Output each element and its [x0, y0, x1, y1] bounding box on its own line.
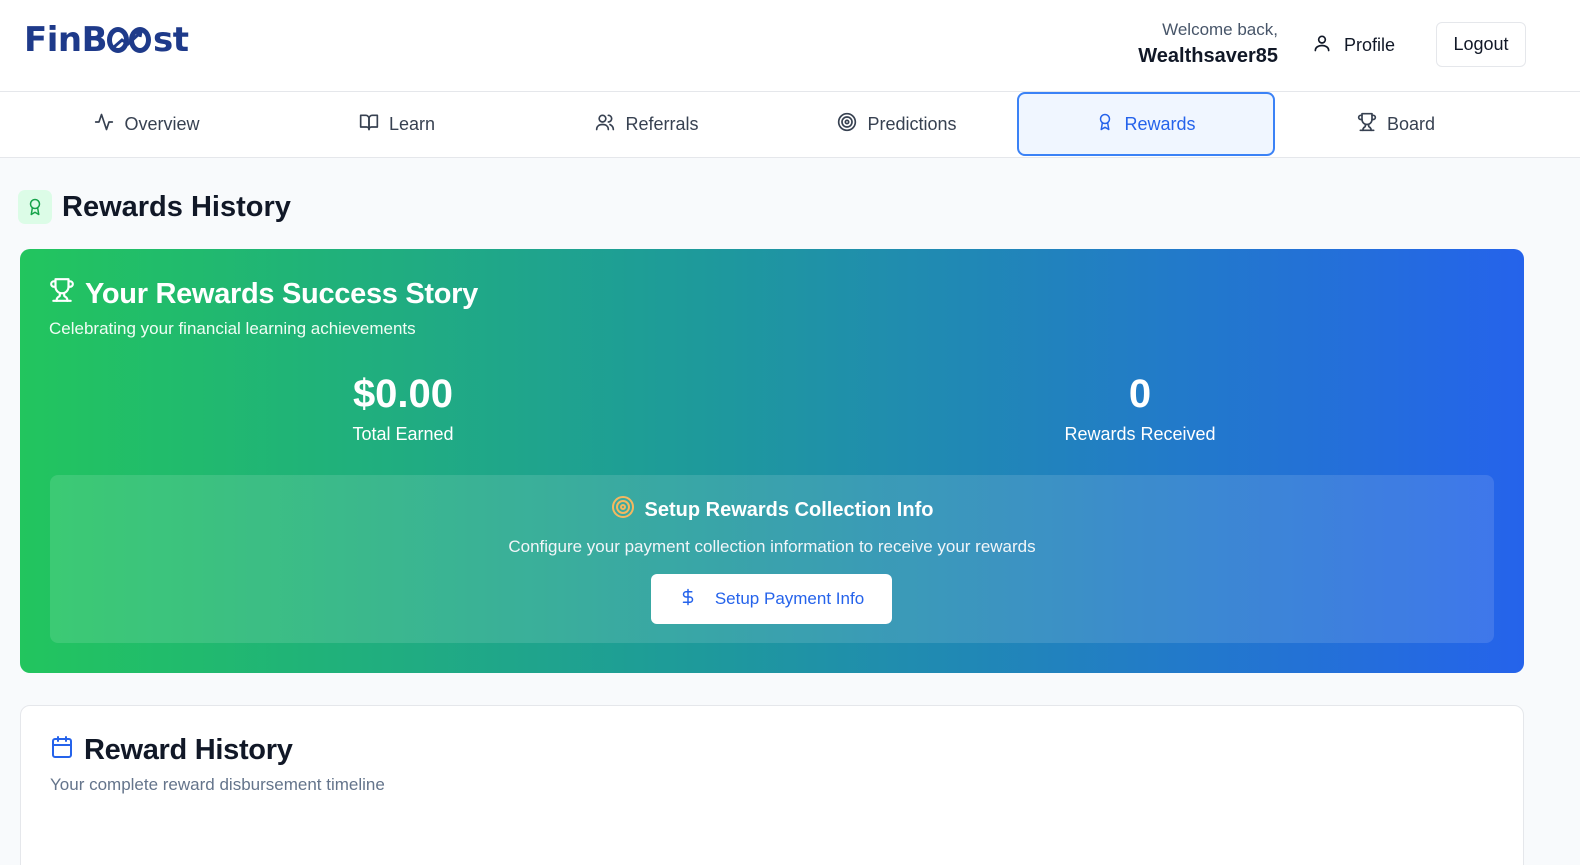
tab-label: Board	[1386, 113, 1436, 134]
total-earned-label: Total Earned	[352, 424, 454, 444]
hero-subtitle: Celebrating your financial learning achi…	[49, 319, 416, 338]
setup-title: Setup Rewards Collection Info	[644, 498, 934, 521]
welcome-block: Welcome back, Wealthsaver85	[1138, 18, 1278, 70]
welcome-text: Welcome back,	[1162, 20, 1278, 39]
hero-title-row: Your Rewards Success Story	[49, 277, 478, 311]
history-title-row: Reward History	[50, 734, 293, 767]
book-open-icon	[359, 112, 379, 137]
tab-label: Referrals	[625, 113, 699, 134]
users-icon	[595, 112, 615, 137]
setup-collection-panel: Setup Rewards Collection Info Configure …	[50, 475, 1494, 643]
tab-label: Rewards	[1124, 113, 1196, 134]
history-title: Reward History	[84, 734, 293, 766]
tab-label: Predictions	[867, 113, 957, 134]
user-icon	[1312, 33, 1332, 58]
award-icon	[1096, 112, 1114, 137]
tab-referrals[interactable]: Referrals	[518, 92, 776, 156]
main-tabs: Overview Learn Referrals Predictions Rew…	[0, 92, 1580, 158]
setup-button-label: Setup Payment Info	[714, 589, 865, 608]
calendar-icon	[50, 734, 74, 767]
rewards-received-value: 0	[1128, 372, 1152, 416]
dollar-sign-icon	[679, 587, 697, 612]
app-header: FinB st Welcome back, Wealthsaver85 Prof…	[0, 0, 1580, 92]
tab-learn[interactable]: Learn	[268, 92, 526, 156]
finboost-logo[interactable]: FinB st	[24, 20, 189, 60]
rewards-summary-card: Your Rewards Success Story Celebrating y…	[20, 249, 1524, 673]
logo-oo-graphic	[107, 25, 153, 55]
history-subtitle: Your complete reward disbursement timeli…	[50, 775, 385, 794]
profile-button[interactable]: Profile	[1312, 24, 1395, 66]
activity-icon	[94, 112, 114, 137]
page-title-block: Rewards History	[18, 190, 291, 224]
rewards-received-stat: 0 Rewards Received	[940, 369, 1340, 447]
tab-label: Learn	[388, 113, 436, 134]
setup-payment-info-button[interactable]: Setup Payment Info	[651, 574, 892, 624]
username: Wealthsaver85	[1138, 45, 1278, 67]
trophy-icon	[49, 277, 75, 311]
page-title: Rewards History	[62, 190, 291, 223]
tab-rewards[interactable]: Rewards	[1017, 92, 1275, 156]
total-earned-stat: $0.00 Total Earned	[203, 369, 603, 447]
trophy-icon	[1357, 112, 1377, 137]
setup-description: Configure your payment collection inform…	[508, 537, 1036, 556]
profile-label: Profile	[1344, 34, 1396, 55]
rewards-received-label: Rewards Received	[1064, 424, 1216, 444]
tab-label: Overview	[124, 113, 200, 134]
setup-title-row: Setup Rewards Collection Info	[50, 495, 1494, 525]
tab-board[interactable]: Board	[1267, 92, 1525, 156]
logout-button[interactable]: Logout	[1436, 22, 1526, 67]
tab-overview[interactable]: Overview	[18, 92, 276, 156]
hero-title: Your Rewards Success Story	[85, 277, 478, 310]
total-earned-value: $0.00	[352, 372, 454, 416]
tab-predictions[interactable]: Predictions	[768, 92, 1026, 156]
target-icon	[837, 112, 857, 137]
target-icon	[611, 495, 635, 525]
reward-history-card: Reward History Your complete reward disb…	[20, 705, 1524, 865]
award-icon	[18, 190, 52, 224]
